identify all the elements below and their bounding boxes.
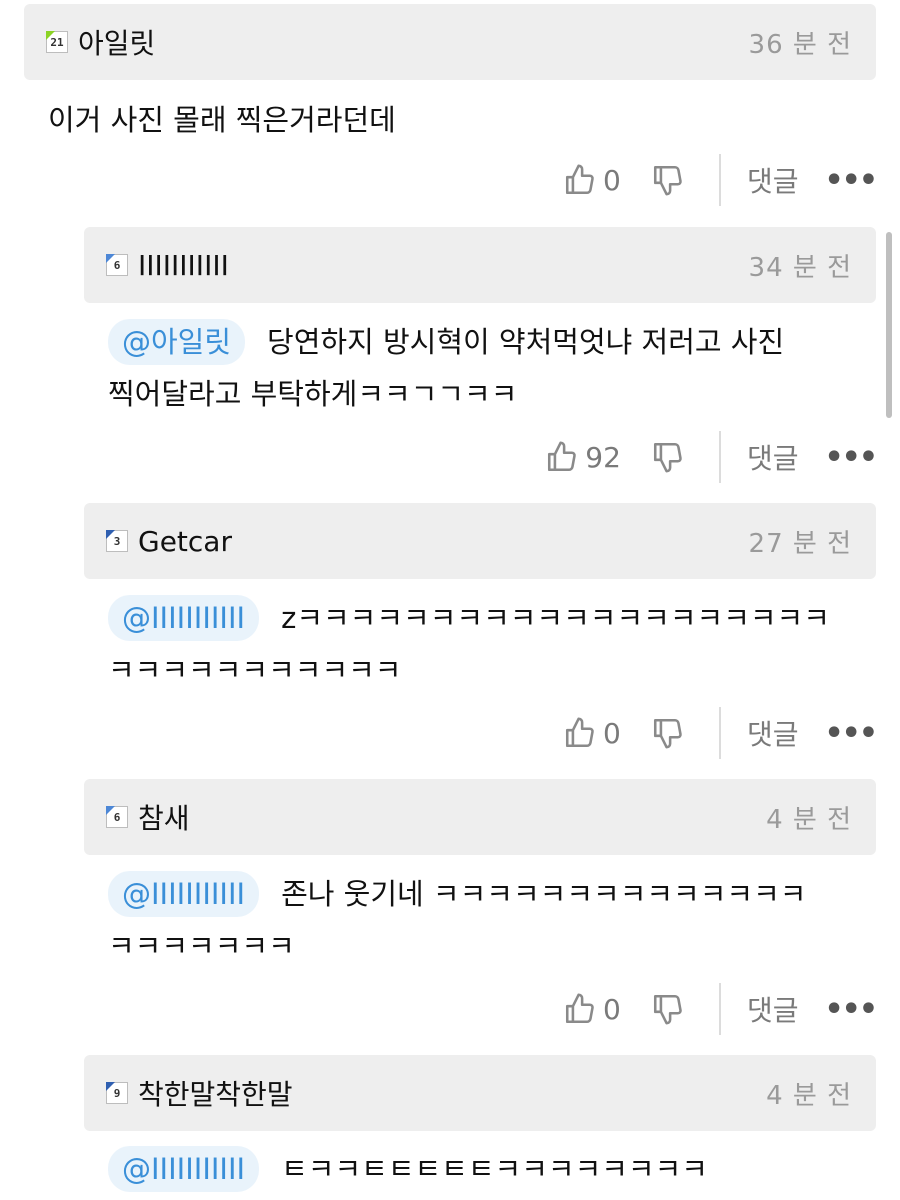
comment-body: @IIIIIIIIIII ㅌㅋㅋㅌㅌㅌㅌㅌㅋㅋㅋㅋㅋㅋㅋㅋ	[108, 1143, 708, 1195]
comment-body: 이거 사진 몰래 찍은거라던데	[48, 94, 396, 146]
thumbs-down-icon[interactable]	[651, 440, 685, 474]
comment-text: 존나 웃기네 ㅋㅋㅋㅋㅋㅋㅋㅋㅋㅋㅋㅋㅋㅋ	[281, 877, 807, 911]
comment-header: 3 Getcar 27 분 전	[84, 503, 876, 579]
comment-body: @아일릿 당연하지 방시혁이 약처먹엇냐 저러고 사진 찍어달라고 부탁하게ㅋㅋㄱ…	[108, 316, 784, 420]
thumbs-up-icon[interactable]	[545, 440, 579, 474]
comment-text-continued: ㅋㅋㅋㅋㅋㅋㅋㅋㅋㅋㅋ	[108, 653, 402, 687]
more-dots-icon[interactable]: •••	[824, 992, 878, 1027]
action-divider	[718, 983, 721, 1035]
comment-actions: 92 댓글 •••	[545, 431, 878, 483]
level-badge-icon: 6	[106, 254, 128, 276]
mention-tag[interactable]: @IIIIIIIIIII	[108, 1146, 260, 1192]
action-divider	[718, 707, 721, 759]
comment-text: 당연하지 방시혁이 약처먹엇냐 저러고 사진	[267, 325, 785, 359]
comment-username[interactable]: 착한말착한말	[138, 1073, 293, 1113]
more-dots-icon[interactable]: •••	[824, 440, 878, 475]
like-count: 92	[585, 440, 621, 474]
comment-text: ㅌㅋㅋㅌㅌㅌㅌㅌㅋㅋㅋㅋㅋㅋㅋㅋ	[281, 1152, 708, 1186]
comment-text-continued: ㅋㅋㅋㅋㅋㅋㅋ	[108, 929, 295, 963]
reply-button[interactable]: 댓글	[747, 160, 799, 200]
comment-text-continued: 찍어달라고 부탁하게ㅋㅋㄱㄱㅋㅋ	[108, 377, 518, 411]
reply-button[interactable]: 댓글	[747, 713, 799, 753]
thumbs-down-icon[interactable]	[651, 992, 685, 1026]
comment-username[interactable]: 아일릿	[78, 22, 155, 62]
comment-header: 6 참새 4 분 전	[84, 779, 876, 855]
comment-timestamp: 4 분 전	[766, 1080, 852, 1111]
like-count: 0	[602, 992, 621, 1026]
comment-actions: 0 댓글 •••	[563, 983, 878, 1035]
comment-username[interactable]: 참새	[138, 797, 190, 837]
comment-actions: 0 댓글 •••	[563, 707, 878, 759]
more-dots-icon[interactable]: •••	[824, 163, 878, 198]
level-badge-icon: 3	[106, 530, 128, 552]
level-badge-icon: 21	[46, 31, 68, 53]
reply-button[interactable]: 댓글	[747, 437, 799, 477]
comment-header: 21 아일릿 36 분 전	[24, 4, 876, 80]
thumbs-up-icon[interactable]	[563, 163, 597, 197]
mention-tag[interactable]: @IIIIIIIIIII	[108, 871, 260, 917]
thumbs-up-icon[interactable]	[563, 992, 597, 1026]
action-divider	[718, 431, 721, 483]
comment-header: 6 IIIIIIIIIII 34 분 전	[84, 227, 876, 303]
thumbs-down-icon[interactable]	[651, 716, 685, 750]
comment-username[interactable]: IIIIIIIIIII	[138, 249, 229, 282]
comment-actions: 0 댓글 •••	[563, 154, 878, 206]
like-count: 0	[602, 163, 621, 197]
scrollbar[interactable]	[886, 232, 892, 418]
mention-tag[interactable]: @아일릿	[108, 319, 246, 365]
comment-body: @IIIIIIIIIII 존나 웃기네 ㅋㅋㅋㅋㅋㅋㅋㅋㅋㅋㅋㅋㅋㅋ ㅋㅋㅋㅋㅋㅋ…	[108, 868, 806, 972]
comment-text: zㅋㅋㅋㅋㅋㅋㅋㅋㅋㅋㅋㅋㅋㅋㅋㅋㅋㅋㅋㅋ	[281, 601, 830, 635]
action-divider	[718, 154, 721, 206]
comment-timestamp: 36 분 전	[748, 29, 852, 60]
comment-timestamp: 27 분 전	[748, 528, 852, 559]
thumbs-up-icon[interactable]	[563, 716, 597, 750]
reply-button[interactable]: 댓글	[747, 989, 799, 1029]
comment-text: 이거 사진 몰래 찍은거라던데	[48, 103, 396, 137]
thumbs-down-icon[interactable]	[651, 163, 685, 197]
level-badge-icon: 6	[106, 806, 128, 828]
comment-body: @IIIIIIIIIII zㅋㅋㅋㅋㅋㅋㅋㅋㅋㅋㅋㅋㅋㅋㅋㅋㅋㅋㅋㅋ ㅋㅋㅋㅋㅋㅋ…	[108, 592, 830, 696]
mention-tag[interactable]: @IIIIIIIIIII	[108, 595, 260, 641]
more-dots-icon[interactable]: •••	[824, 716, 878, 751]
comment-header: 9 착한말착한말 4 분 전	[84, 1055, 876, 1131]
level-badge-icon: 9	[106, 1082, 128, 1104]
like-count: 0	[602, 716, 621, 750]
comment-username[interactable]: Getcar	[138, 525, 232, 558]
comment-timestamp: 4 분 전	[766, 804, 852, 835]
comment-timestamp: 34 분 전	[748, 252, 852, 283]
